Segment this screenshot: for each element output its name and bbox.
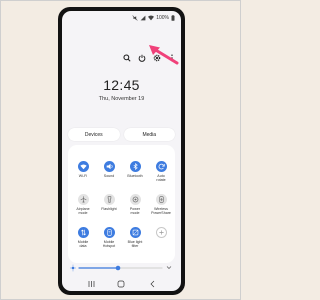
navigation-bar bbox=[88, 280, 155, 288]
tile-blue-light-filter[interactable]: Blue light filter bbox=[122, 227, 148, 249]
back-icon[interactable] bbox=[150, 280, 155, 288]
device-media-tabs: Devices Media bbox=[68, 128, 175, 141]
search-icon[interactable] bbox=[123, 49, 131, 62]
battery-icon bbox=[171, 15, 175, 21]
blue-light-icon bbox=[129, 227, 141, 238]
wifi-status-icon bbox=[148, 15, 155, 21]
tile-label: Wireless PowerShare bbox=[151, 207, 171, 216]
pointer-arrow-annotation bbox=[149, 45, 179, 65]
tile-bluetooth[interactable]: Bluetooth bbox=[122, 161, 148, 178]
bluetooth-icon bbox=[129, 161, 141, 172]
tile-sound[interactable]: Sound bbox=[96, 161, 122, 178]
tile-label: Power mode bbox=[129, 207, 141, 216]
power-mode-icon bbox=[129, 194, 141, 205]
tile-label: Flashlight bbox=[101, 207, 117, 211]
tile-mobile-data[interactable]: Mobile data bbox=[70, 227, 96, 249]
clock: 12:45 bbox=[103, 77, 140, 93]
tile-airplane-mode[interactable]: Airplane mode bbox=[70, 194, 96, 216]
devices-button[interactable]: Devices bbox=[68, 128, 120, 141]
rotate-icon bbox=[155, 161, 167, 172]
mute-icon bbox=[132, 15, 138, 21]
tile-label: Auto rotate bbox=[156, 174, 166, 183]
status-bar: 100% bbox=[132, 14, 175, 22]
brightness-icon bbox=[70, 264, 76, 272]
add-icon bbox=[155, 227, 167, 238]
battery-text: 100% bbox=[156, 15, 169, 21]
tile-label: Wi-Fi bbox=[78, 174, 88, 178]
media-button[interactable]: Media bbox=[123, 128, 175, 141]
date: Thu, November 19 bbox=[98, 96, 145, 102]
tile-label: Mobile data bbox=[77, 240, 89, 249]
mobile-data-icon bbox=[77, 227, 89, 238]
brightness-thumb[interactable] bbox=[115, 265, 121, 271]
recent-apps-icon[interactable] bbox=[88, 281, 95, 287]
tile-label: Bluetooth bbox=[127, 174, 143, 178]
tile-add[interactable] bbox=[148, 227, 174, 238]
quick-settings-panel: Wi-Fi Sound Bluetooth Auto rotate Airpla… bbox=[68, 145, 175, 263]
tile-label: Blue light filter bbox=[127, 240, 143, 249]
tile-mobile-hotspot[interactable]: Mobile Hotspot bbox=[96, 227, 122, 249]
tile-label: Airplane mode bbox=[76, 207, 90, 216]
home-icon[interactable] bbox=[117, 280, 125, 288]
tile-wifi[interactable]: Wi-Fi bbox=[70, 161, 96, 178]
tile-label: Sound bbox=[103, 174, 115, 178]
signal-icon bbox=[140, 15, 146, 21]
wifi-icon bbox=[77, 161, 89, 172]
tile-label: Mobile Hotspot bbox=[102, 240, 116, 249]
tile-flashlight[interactable]: Flashlight bbox=[96, 194, 122, 211]
airplane-icon bbox=[77, 194, 89, 205]
expand-icon[interactable] bbox=[166, 266, 172, 269]
tile-wireless-powershare[interactable]: Wireless PowerShare bbox=[148, 194, 174, 216]
flashlight-icon bbox=[103, 194, 115, 205]
tile-power-mode[interactable]: Power mode bbox=[122, 194, 148, 216]
sound-icon bbox=[103, 161, 115, 172]
brightness-slider[interactable] bbox=[70, 263, 173, 273]
power-share-icon bbox=[155, 194, 167, 205]
tile-auto-rotate[interactable]: Auto rotate bbox=[148, 161, 174, 183]
hotspot-icon bbox=[103, 227, 115, 238]
